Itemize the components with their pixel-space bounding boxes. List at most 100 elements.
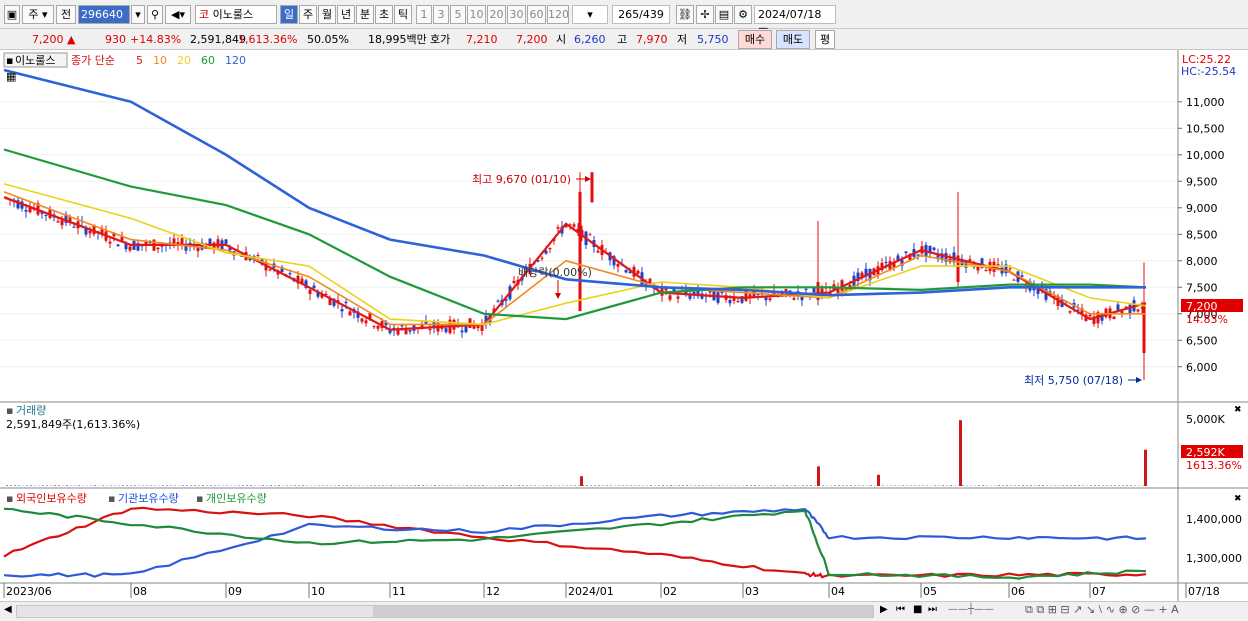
scroll-left-icon[interactable]: ◀ (4, 604, 12, 615)
candle (156, 247, 160, 250)
volume-bar (882, 485, 884, 486)
tab-tick[interactable]: 틱 (394, 5, 412, 24)
volume-title: 거래량 (16, 404, 46, 417)
interval-1[interactable]: 1 (416, 5, 432, 24)
stock-code-input[interactable]: 296640 (78, 5, 130, 24)
zoom-slider-icon[interactable]: ——┼—— (948, 604, 994, 615)
search-icon[interactable]: ⚲ (147, 5, 163, 24)
volume-bar (1110, 485, 1112, 486)
tab-minute[interactable]: 분 (356, 5, 374, 24)
candle (512, 280, 516, 283)
candle (548, 247, 552, 250)
avg-button[interactable]: 평 (815, 30, 835, 49)
high: 7,970 (636, 33, 668, 46)
tab-week[interactable]: 주 (299, 5, 317, 24)
volume-bar (450, 485, 452, 486)
volume-bar (606, 485, 608, 486)
volume-bar (110, 485, 112, 486)
speaker-icon[interactable]: ◀▾ (165, 5, 191, 24)
x-label: 07 (1092, 585, 1106, 598)
volume-bar (1082, 485, 1084, 486)
volume-bar (902, 485, 904, 486)
volume-bar (1062, 485, 1064, 486)
candle (444, 328, 448, 333)
tab-day[interactable]: 일 (280, 5, 298, 24)
type-select[interactable]: 전 (56, 5, 76, 24)
volume-bar (54, 485, 56, 486)
tab-second[interactable]: 초 (375, 5, 393, 24)
volume-bar (934, 485, 936, 486)
stock-name[interactable]: 코 이노룰스 (195, 5, 277, 24)
vol-tick: 5,000K (1186, 413, 1225, 426)
x-label: 11 (392, 585, 406, 598)
scroll-right-icon[interactable]: ▶ (880, 604, 888, 615)
interval-60[interactable]: 60 (527, 5, 546, 24)
candle (884, 262, 888, 264)
candle (24, 209, 28, 212)
volume-bar (658, 485, 660, 486)
window-icon[interactable]: ▣ (4, 5, 20, 24)
interval-30[interactable]: 30 (507, 5, 526, 24)
hc-label: HC:-25.54 (1181, 65, 1236, 78)
open: 6,260 (574, 33, 606, 46)
volume-bar (322, 485, 324, 486)
stop-icon[interactable]: ■ (913, 604, 922, 615)
chart-area[interactable]: 11,000 10,500 10,000 9,500 9,000 8,500 8,000 7,… (0, 50, 1248, 601)
candle (372, 326, 376, 328)
candle (1142, 303, 1146, 353)
candle (728, 300, 732, 304)
gear-icon[interactable]: ⚙ (734, 5, 752, 24)
legend-name: 이노룰스 (15, 54, 55, 67)
interval-5[interactable]: 5 (450, 5, 466, 24)
buy-button[interactable]: 매수 (738, 30, 772, 49)
vol-current-tag: 2,592K (1186, 446, 1225, 459)
interval-20[interactable]: 20 (487, 5, 506, 24)
f-square-icon: ▪ (6, 492, 13, 505)
scroll-thumb[interactable] (373, 606, 873, 617)
interval-3[interactable]: 3 (433, 5, 449, 24)
interval-10[interactable]: 10 (467, 5, 486, 24)
code-dropdown[interactable]: ▾ (131, 5, 145, 24)
candle (636, 270, 640, 274)
vol-close-icon[interactable]: ✖ (1234, 405, 1242, 415)
volume-bar (666, 485, 668, 486)
volume-bar (498, 485, 500, 486)
tools-icons[interactable]: ⧉ ⧉ ⊞ ⊟ ↗ ↘ ⧵ ∿ ⊕ ⊘ — + A (1025, 603, 1179, 617)
candle (792, 298, 796, 300)
tab-month[interactable]: 월 (318, 5, 336, 24)
candle (1068, 311, 1072, 313)
forward-icon[interactable]: ⏭ (928, 604, 937, 615)
interval-120[interactable]: 120 (547, 5, 569, 24)
volume-bar (610, 485, 612, 486)
tab-year[interactable]: 년 (337, 5, 355, 24)
volume-bar (150, 485, 152, 486)
candle (312, 285, 316, 289)
volume-bar (982, 485, 984, 486)
table-icon[interactable]: ▦ (6, 70, 16, 83)
volume-bar (850, 485, 852, 486)
volume-bar (618, 485, 620, 486)
date-input[interactable]: 2024/07/18 ▦ (754, 5, 836, 38)
period-select[interactable]: 주 ▾ (22, 5, 54, 24)
candle (60, 220, 64, 226)
volume-bar (1090, 485, 1092, 486)
candle (224, 239, 228, 244)
volume-bar (338, 485, 340, 486)
sell-button[interactable]: 매도 (776, 30, 810, 49)
candle (572, 224, 576, 227)
save-icon[interactable]: ▤ (715, 5, 733, 24)
legend-square-icon: ▪ (6, 54, 13, 67)
horizontal-scrollbar[interactable] (16, 605, 874, 618)
volume-bar (754, 485, 756, 486)
rewind-icon[interactable]: ⏮ (896, 604, 905, 615)
candle (1136, 309, 1140, 312)
volume-bar (858, 485, 860, 486)
volume-bar (802, 485, 804, 486)
crosshair-icon[interactable]: ✢ (696, 5, 714, 24)
interval-dropdown[interactable]: ▾ (572, 5, 608, 24)
link-icon[interactable]: ⛓ (676, 5, 694, 24)
volume-pct: 1,613.36% (238, 33, 298, 46)
price-tick: 9,000 (1186, 202, 1218, 215)
hold-close-icon[interactable]: ✖ (1234, 494, 1242, 504)
volume-bar (342, 485, 344, 486)
